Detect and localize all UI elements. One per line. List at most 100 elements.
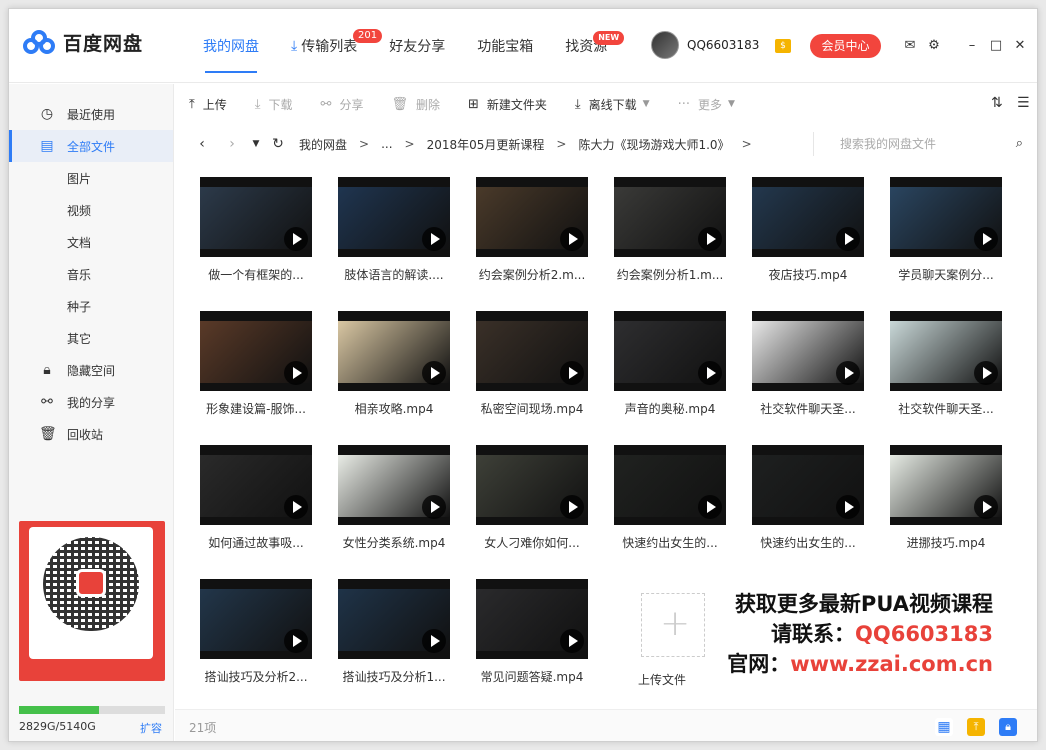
maximize-icon[interactable]: □: [989, 39, 1003, 53]
promo-banner[interactable]: 免费领超级会员: [19, 521, 165, 681]
video-thumbnail[interactable]: [200, 445, 312, 525]
more-button[interactable]: ··· 更多 ▼: [678, 96, 735, 113]
offline-download-button[interactable]: ⤓ 离线下载 ▼: [575, 96, 650, 113]
play-icon[interactable]: [284, 227, 308, 251]
video-thumbnail[interactable]: [476, 311, 588, 391]
play-icon[interactable]: [422, 227, 446, 251]
video-thumbnail[interactable]: [200, 579, 312, 659]
file-tile[interactable]: 约会案例分析2.m...: [465, 177, 588, 297]
file-tile[interactable]: 社交软件聊天圣...: [741, 311, 864, 431]
sidebar-item-other[interactable]: 其它: [9, 322, 173, 354]
play-icon[interactable]: [284, 495, 308, 519]
search-input[interactable]: [814, 132, 984, 156]
mail-icon[interactable]: ✉: [903, 39, 917, 53]
new-folder-button[interactable]: ⊞ 新建文件夹: [468, 96, 547, 113]
close-icon[interactable]: ✕: [1013, 39, 1027, 53]
download-button[interactable]: ⤓ 下载: [255, 96, 293, 113]
file-tile[interactable]: 声音的奥秘.mp4: [603, 311, 726, 431]
sidebar-item-my-shares[interactable]: ⚯ 我的分享: [9, 386, 173, 418]
video-thumbnail[interactable]: [614, 445, 726, 525]
sidebar-item-videos[interactable]: 视频: [9, 194, 173, 226]
sort-icon[interactable]: ⇅: [991, 95, 1003, 111]
forward-icon[interactable]: ›: [221, 136, 243, 152]
breadcrumb-item[interactable]: 我的网盘: [299, 136, 347, 153]
expand-storage-link[interactable]: 扩容: [140, 720, 162, 736]
tab-my-netdisk[interactable]: 我的网盘: [187, 9, 275, 83]
video-thumbnail[interactable]: [890, 177, 1002, 257]
play-icon[interactable]: [698, 361, 722, 385]
sidebar-item-recycle-bin[interactable]: 🗑︎ 回收站: [9, 418, 173, 450]
play-icon[interactable]: [836, 361, 860, 385]
search-icon[interactable]: ⌕: [1016, 136, 1023, 151]
list-view-icon[interactable]: ☰: [1017, 95, 1030, 111]
file-tile[interactable]: 约会案例分析1.m...: [603, 177, 726, 297]
video-thumbnail[interactable]: [614, 177, 726, 257]
breadcrumb-item[interactable]: ...: [381, 137, 392, 151]
sidebar-item-recent[interactable]: ◷ 最近使用: [9, 98, 173, 130]
grid-view-icon[interactable]: ▦: [935, 718, 953, 736]
play-icon[interactable]: [974, 227, 998, 251]
file-tile[interactable]: 搭讪技巧及分析2...: [189, 579, 312, 699]
video-thumbnail[interactable]: [476, 579, 588, 659]
sidebar-item-music[interactable]: 音乐: [9, 258, 173, 290]
upload-button[interactable]: ⤒ 上传: [189, 96, 227, 113]
play-icon[interactable]: [698, 495, 722, 519]
vip-badge-icon[interactable]: $: [775, 39, 791, 53]
video-thumbnail[interactable]: [476, 177, 588, 257]
file-tile[interactable]: 肢体语言的解读....: [327, 177, 450, 297]
avatar[interactable]: [651, 31, 679, 59]
video-thumbnail[interactable]: [614, 311, 726, 391]
sidebar-item-hidden-space[interactable]: 🔒︎ 隐藏空间: [9, 354, 173, 386]
play-icon[interactable]: [422, 495, 446, 519]
file-tile[interactable]: 快速约出女生的...: [603, 445, 726, 565]
play-icon[interactable]: [560, 495, 584, 519]
file-tile[interactable]: 社交软件聊天圣...: [879, 311, 1002, 431]
sidebar-item-all-files[interactable]: ▤ 全部文件: [9, 130, 173, 162]
settings-gear-icon[interactable]: ⚙: [927, 39, 941, 53]
video-thumbnail[interactable]: [200, 311, 312, 391]
video-thumbnail[interactable]: [752, 177, 864, 257]
sidebar-item-torrents[interactable]: 种子: [9, 290, 173, 322]
sidebar-item-documents[interactable]: 文档: [9, 226, 173, 258]
play-icon[interactable]: [284, 629, 308, 653]
file-tile[interactable]: 做一个有框架的...: [189, 177, 312, 297]
file-tile[interactable]: 快速约出女生的...: [741, 445, 864, 565]
file-tile[interactable]: 搭讪技巧及分析1...: [327, 579, 450, 699]
breadcrumb-item[interactable]: 陈大力《现场游戏大师1.0》: [578, 136, 729, 153]
user-profile[interactable]: QQ6603183: [651, 31, 759, 59]
file-tile[interactable]: 进挪技巧.mp4: [879, 445, 1002, 565]
play-icon[interactable]: [560, 629, 584, 653]
file-tile[interactable]: 相亲攻略.mp4: [327, 311, 450, 431]
play-icon[interactable]: [422, 361, 446, 385]
sidebar-item-images[interactable]: 图片: [9, 162, 173, 194]
history-dropdown-icon[interactable]: ▼: [245, 139, 267, 149]
tab-toolbox[interactable]: 功能宝箱: [461, 9, 549, 83]
video-thumbnail[interactable]: [476, 445, 588, 525]
lock-icon[interactable]: 🔒︎: [999, 718, 1017, 736]
upload-queue-icon[interactable]: ⤒: [967, 718, 985, 736]
video-thumbnail[interactable]: [338, 311, 450, 391]
play-icon[interactable]: [836, 495, 860, 519]
play-icon[interactable]: [422, 629, 446, 653]
file-tile[interactable]: 夜店技巧.mp4: [741, 177, 864, 297]
play-icon[interactable]: [698, 227, 722, 251]
play-icon[interactable]: [560, 227, 584, 251]
play-icon[interactable]: [284, 361, 308, 385]
delete-button[interactable]: 🗑︎ 删除: [391, 96, 440, 113]
minimize-icon[interactable]: –: [965, 39, 979, 53]
file-tile[interactable]: 常见问题答疑.mp4: [465, 579, 588, 699]
file-tile[interactable]: 形象建设篇-服饰...: [189, 311, 312, 431]
file-tile[interactable]: 如何通过故事吸...: [189, 445, 312, 565]
video-thumbnail[interactable]: [752, 311, 864, 391]
back-icon[interactable]: ‹: [191, 136, 213, 152]
file-tile[interactable]: 私密空间现场.mp4: [465, 311, 588, 431]
video-thumbnail[interactable]: [752, 445, 864, 525]
video-thumbnail[interactable]: [338, 445, 450, 525]
breadcrumb-item[interactable]: 2018年05月更新课程: [427, 136, 545, 153]
play-icon[interactable]: [974, 361, 998, 385]
file-tile[interactable]: 女人刁难你如何...: [465, 445, 588, 565]
video-thumbnail[interactable]: [890, 311, 1002, 391]
share-button[interactable]: ⚯ 分享: [321, 96, 364, 113]
video-thumbnail[interactable]: [200, 177, 312, 257]
tab-transfer-list[interactable]: ⤓ 传输列表 201: [275, 9, 383, 83]
